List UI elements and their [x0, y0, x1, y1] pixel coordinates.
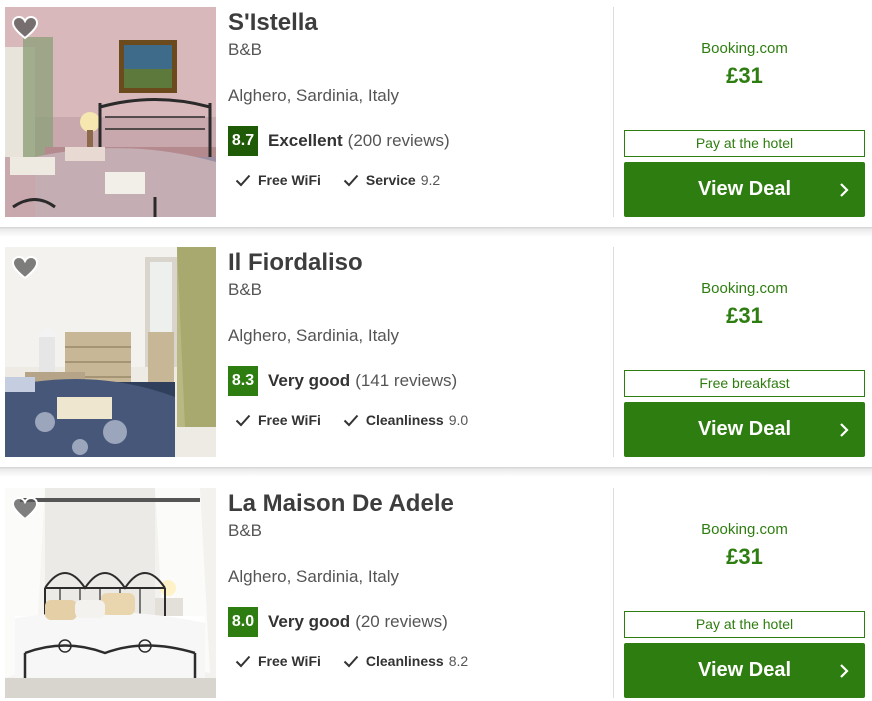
listing-separator: [0, 467, 872, 477]
hotel-name[interactable]: S'Istella: [228, 9, 318, 37]
hotel-name[interactable]: Il Fiordaliso: [228, 249, 363, 277]
amenity-label: Cleanliness: [365, 412, 444, 428]
property-type: B&B: [228, 280, 263, 299]
column-divider: [613, 247, 614, 457]
hotel-name[interactable]: La Maison De Adele: [228, 490, 454, 518]
amenity-score: 8.2: [448, 653, 469, 669]
favorite-heart-icon[interactable]: [12, 256, 38, 280]
amenities-row: Free WiFi Cleanliness 9.0: [235, 412, 490, 428]
amenity-wifi: Free WiFi: [235, 412, 321, 428]
amenity-wifi: Free WiFi: [235, 172, 321, 188]
rating-row[interactable]: 8.0 Very good (20 reviews): [228, 607, 448, 637]
amenity-cleanliness: Cleanliness 8.2: [343, 653, 468, 669]
check-icon: [343, 414, 359, 427]
rating-label: Excellent: [268, 131, 343, 150]
chevron-right-icon: [840, 664, 849, 678]
rating-label: Very good: [268, 371, 351, 390]
hotel-photo[interactable]: [5, 247, 216, 457]
amenity-label: Free WiFi: [258, 653, 321, 669]
hotel-listing: S'Istella B&B Alghero, Sardinia, Italy 8…: [0, 0, 872, 225]
check-icon: [235, 655, 251, 668]
deal-tag: Free breakfast: [624, 370, 865, 397]
amenities-row: Free WiFi Cleanliness 8.2: [235, 653, 490, 669]
amenity-wifi: Free WiFi: [235, 653, 321, 669]
listing-separator: [0, 227, 872, 237]
view-deal-button[interactable]: View Deal: [624, 643, 865, 698]
view-deal-label: View Deal: [697, 418, 792, 440]
check-icon: [235, 414, 251, 427]
column-divider: [613, 7, 614, 217]
review-count: (200 reviews): [347, 131, 450, 150]
deal-provider[interactable]: Booking.com: [624, 521, 865, 538]
deal-provider[interactable]: Booking.com: [624, 280, 865, 297]
score-badge: 8.0: [228, 607, 258, 637]
rating-row[interactable]: 8.3 Very good (141 reviews): [228, 366, 457, 396]
deal-price[interactable]: £31: [624, 544, 865, 570]
hotel-photo[interactable]: [5, 488, 216, 698]
score-badge: 8.7: [228, 126, 258, 156]
deal-tag: Pay at the hotel: [624, 611, 865, 638]
deal-tag: Pay at the hotel: [624, 130, 865, 157]
hotel-listing: La Maison De Adele B&B Alghero, Sardinia…: [0, 481, 872, 701]
column-divider: [613, 488, 614, 698]
hotel-photo[interactable]: [5, 7, 216, 217]
amenity-label: Cleanliness: [365, 653, 444, 669]
review-count: (20 reviews): [355, 612, 448, 631]
view-deal-button[interactable]: View Deal: [624, 162, 865, 217]
view-deal-label: View Deal: [697, 178, 792, 200]
view-deal-button[interactable]: View Deal: [624, 402, 865, 457]
score-badge: 8.3: [228, 366, 258, 396]
deal-price[interactable]: £31: [624, 63, 865, 89]
deal-provider[interactable]: Booking.com: [624, 40, 865, 57]
rating-label: Very good: [268, 612, 351, 631]
hotel-location: Alghero, Sardinia, Italy: [228, 326, 400, 345]
amenity-score: 9.0: [448, 412, 469, 428]
amenities-row: Free WiFi Service 9.2: [235, 172, 462, 188]
chevron-right-icon: [840, 183, 849, 197]
check-icon: [235, 174, 251, 187]
hotel-listing: Il Fiordaliso B&B Alghero, Sardinia, Ita…: [0, 240, 872, 465]
property-type: B&B: [228, 40, 263, 59]
amenity-score: 9.2: [420, 172, 441, 188]
view-deal-label: View Deal: [697, 659, 792, 681]
favorite-heart-icon[interactable]: [12, 16, 38, 40]
hotel-location: Alghero, Sardinia, Italy: [228, 567, 400, 586]
amenity-label: Service: [365, 172, 416, 188]
chevron-right-icon: [840, 423, 849, 437]
deal-price[interactable]: £31: [624, 303, 865, 329]
amenity-cleanliness: Cleanliness 9.0: [343, 412, 468, 428]
property-type: B&B: [228, 521, 263, 540]
rating-row[interactable]: 8.7 Excellent (200 reviews): [228, 126, 450, 156]
review-count: (141 reviews): [355, 371, 458, 390]
amenity-service: Service 9.2: [343, 172, 440, 188]
hotel-location: Alghero, Sardinia, Italy: [228, 86, 400, 105]
check-icon: [343, 655, 359, 668]
check-icon: [343, 174, 359, 187]
favorite-heart-icon[interactable]: [12, 497, 38, 521]
amenity-label: Free WiFi: [258, 412, 321, 428]
amenity-label: Free WiFi: [258, 172, 321, 188]
